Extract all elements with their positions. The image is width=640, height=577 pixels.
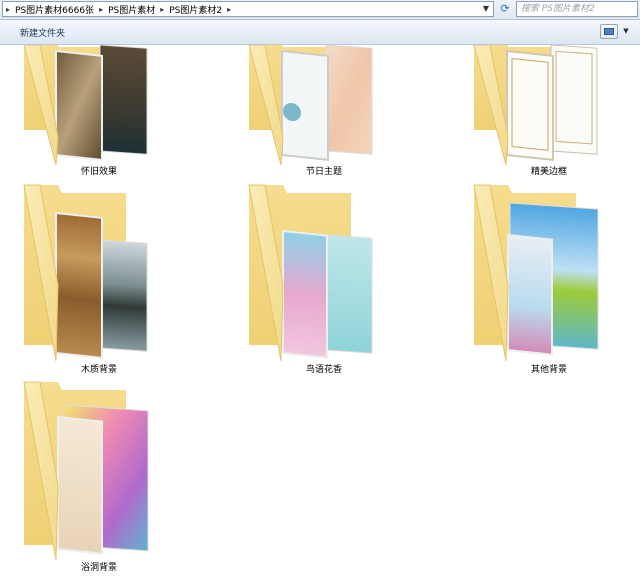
breadcrumb[interactable]: ▸ PS图片素材6666张 ▸ PS图片素材 ▸ PS图片素材2 ▸ — [2, 1, 494, 17]
chevron-right-icon[interactable]: ▸ — [224, 5, 234, 14]
breadcrumb-item[interactable]: PS图片素材6666张 — [13, 3, 96, 16]
view-options-icon[interactable] — [600, 24, 618, 39]
file-list: 怀旧效果 节日主题 精美边框 木质背景 鸟语花香 其他背景 浴洞背景 — [0, 45, 640, 577]
folder-label[interactable]: 木质背景 — [44, 362, 154, 375]
folder-grid-graphics — [23, 45, 599, 561]
folder-label[interactable]: 精美边框 — [494, 164, 604, 177]
chevron-down-icon[interactable]: ▼ — [480, 2, 492, 16]
new-folder-button[interactable]: 新建文件夹 — [20, 26, 65, 39]
breadcrumb-item[interactable]: PS图片素材2 — [167, 3, 224, 16]
folder-label[interactable]: 鸟语花香 — [269, 362, 379, 375]
folder-icon[interactable] — [23, 381, 149, 561]
folder-icon[interactable] — [473, 45, 598, 166]
chevron-down-icon[interactable]: ▼ — [620, 24, 632, 39]
search-input[interactable]: 搜索 PS图片素材2 — [516, 1, 638, 17]
folder-label[interactable]: 浴洞背景 — [44, 560, 154, 573]
toolbar: 新建文件夹 ▼ — [0, 20, 640, 45]
chevron-right-icon[interactable]: ▸ — [96, 5, 106, 14]
refresh-icon[interactable]: ⟳ — [497, 1, 513, 17]
chevron-right-icon[interactable]: ▸ — [157, 5, 167, 14]
chevron-right-icon[interactable]: ▸ — [3, 5, 13, 14]
folder-label[interactable]: 怀旧效果 — [44, 164, 154, 177]
folder-label[interactable]: 其他背景 — [494, 362, 604, 375]
breadcrumb-item[interactable]: PS图片素材 — [106, 3, 157, 16]
folder-icon[interactable] — [248, 45, 373, 166]
folder-label[interactable]: 节日主题 — [269, 164, 379, 177]
address-bar: ▸ PS图片素材6666张 ▸ PS图片素材 ▸ PS图片素材2 ▸ ▼ ⟳ 搜… — [0, 0, 640, 20]
folder-icon[interactable] — [248, 184, 373, 362]
folder-icon[interactable] — [23, 45, 148, 166]
folder-icon[interactable] — [473, 184, 599, 362]
folder-icon[interactable] — [23, 184, 148, 362]
